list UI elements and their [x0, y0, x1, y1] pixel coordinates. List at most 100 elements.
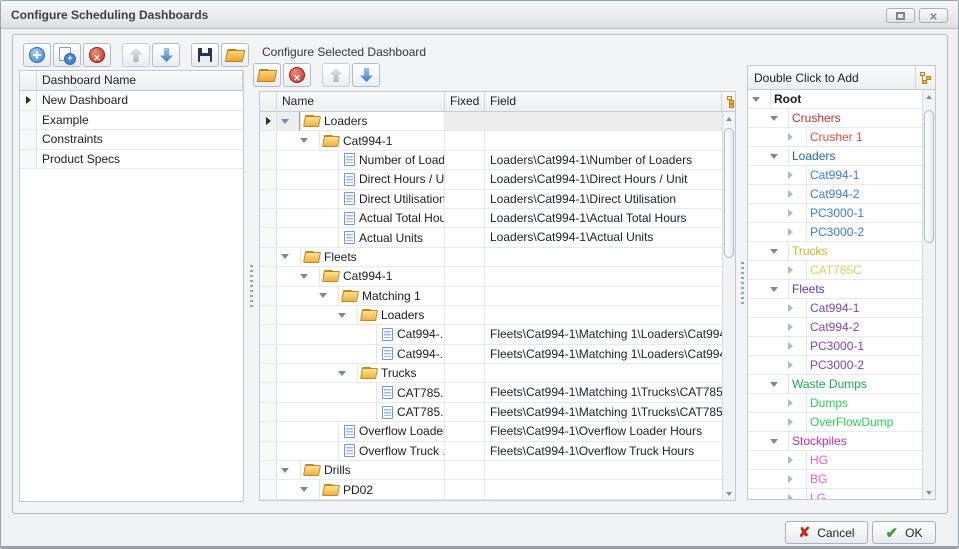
tree-row[interactable]: Stockpiles	[748, 432, 922, 451]
name-column-header[interactable]: Name	[277, 92, 445, 111]
fixed-cell[interactable]	[445, 306, 485, 324]
expander-down-icon[interactable]	[338, 313, 357, 318]
titlebar[interactable]: Configure Scheduling Dashboards	[1, 1, 958, 29]
expander-down-icon[interactable]	[752, 97, 770, 102]
field-column-header[interactable]: Field	[485, 92, 722, 111]
name-cell[interactable]: Direct Utilisation	[277, 190, 445, 208]
tree-row[interactable]: Dumps	[748, 394, 922, 413]
grid-row[interactable]: Trucks	[260, 364, 722, 383]
expander-right-icon[interactable]	[788, 494, 806, 499]
ok-button[interactable]: OK	[872, 521, 936, 544]
grid-row[interactable]: Cat994-1	[260, 131, 722, 150]
grid-row[interactable]: CAT785...Fleets\Cat994-1\Matching 1\Truc…	[260, 403, 722, 422]
fixed-cell[interactable]	[445, 383, 485, 401]
grid-row[interactable]: Actual Total HoursLoaders\Cat994-1\Actua…	[260, 209, 722, 228]
fixed-cell[interactable]	[445, 131, 485, 149]
add-folder-button[interactable]	[253, 63, 281, 87]
scroll-down-button[interactable]	[923, 486, 935, 499]
grid-row[interactable]: Loaders	[260, 306, 722, 325]
grid-row[interactable]: Direct UtilisationLoaders\Cat994-1\Direc…	[260, 190, 722, 209]
expander-right-icon[interactable]	[788, 133, 806, 141]
fixed-cell[interactable]	[445, 228, 485, 246]
expander-right-icon[interactable]	[788, 323, 806, 331]
scrollbar-thumb[interactable]	[924, 110, 934, 243]
fixed-cell[interactable]	[445, 209, 485, 227]
name-cell[interactable]: Cat994-...	[277, 345, 445, 363]
expander-down-icon[interactable]	[300, 138, 319, 143]
expander-down-icon[interactable]	[281, 254, 300, 259]
grid-row[interactable]: Overflow Loader...Fleets\Cat994-1\Overfl…	[260, 422, 722, 441]
fixed-cell[interactable]	[445, 480, 485, 498]
name-cell[interactable]: PD02	[277, 480, 445, 498]
fixed-cell[interactable]	[445, 151, 485, 169]
move-item-down-button[interactable]	[352, 63, 380, 87]
fixed-cell[interactable]	[445, 364, 485, 382]
tree-row[interactable]: HG	[748, 451, 922, 470]
tree-row[interactable]: Cat994-2	[748, 185, 922, 204]
expander-down-icon[interactable]	[770, 249, 788, 254]
fixed-column-header[interactable]: Fixed	[445, 92, 485, 111]
grid-row[interactable]: Actual UnitsLoaders\Cat994-1\Actual Unit…	[260, 228, 722, 247]
left-splitter[interactable]	[248, 70, 255, 502]
move-item-up-button[interactable]	[322, 63, 350, 87]
tree-row[interactable]: OverFlowDump	[748, 413, 922, 432]
grid-row[interactable]: Cat994-...Fleets\Cat994-1\Matching 1\Loa…	[260, 345, 722, 364]
tree-row[interactable]: BG	[748, 470, 922, 489]
fixed-cell[interactable]	[445, 422, 485, 440]
tree-row[interactable]: Cat994-1	[748, 166, 922, 185]
move-dashboard-down-button[interactable]	[152, 43, 180, 67]
list-item[interactable]: New Dashboard	[20, 91, 243, 111]
fixed-cell[interactable]	[445, 170, 485, 188]
grid-row[interactable]: Cat994-...Fleets\Cat994-1\Matching 1\Loa…	[260, 325, 722, 344]
scrollbar-thumb[interactable]	[724, 128, 734, 258]
close-button[interactable]	[919, 8, 948, 23]
tree-row[interactable]: PC3000-2	[748, 223, 922, 242]
tree-row[interactable]: LG	[748, 489, 922, 499]
expander-right-icon[interactable]	[788, 342, 806, 350]
name-cell[interactable]: Cat994-1	[277, 267, 445, 285]
tree-row[interactable]: Crushers	[748, 109, 922, 128]
expander-right-icon[interactable]	[788, 418, 806, 426]
fixed-cell[interactable]	[445, 112, 485, 130]
expander-right-icon[interactable]	[788, 209, 806, 217]
grid-row[interactable]: Overflow Truck ...Fleets\Cat994-1\Overfl…	[260, 442, 722, 461]
name-cell[interactable]: Drills	[277, 461, 445, 479]
right-splitter[interactable]	[739, 65, 746, 500]
name-cell[interactable]: Loaders	[277, 112, 445, 130]
grid-vertical-scrollbar[interactable]	[722, 112, 735, 500]
name-cell[interactable]: Direct Hours / Unit	[277, 170, 445, 188]
expander-right-icon[interactable]	[788, 266, 806, 274]
save-dashboards-button[interactable]	[191, 43, 219, 67]
tree-row[interactable]: PC3000-1	[748, 337, 922, 356]
list-item[interactable]: Constraints	[20, 130, 243, 150]
fixed-cell[interactable]	[445, 190, 485, 208]
expander-right-icon[interactable]	[788, 399, 806, 407]
list-item[interactable]: Product Specs	[20, 150, 243, 170]
name-cell[interactable]: Actual Total Hours	[277, 209, 445, 227]
grid-row[interactable]: Cat994-1	[260, 267, 722, 286]
scroll-down-button[interactable]	[723, 487, 735, 500]
tree-row[interactable]: CAT785C	[748, 261, 922, 280]
name-cell[interactable]: Matching 1	[277, 287, 445, 305]
tree-row[interactable]: PC3000-1	[748, 204, 922, 223]
expander-down-icon[interactable]	[281, 119, 300, 124]
grid-row[interactable]: CAT785...Fleets\Cat994-1\Matching 1\Truc…	[260, 383, 722, 402]
scroll-up-button[interactable]	[723, 112, 735, 125]
expander-down-icon[interactable]	[300, 274, 319, 279]
name-cell[interactable]: Overflow Loader...	[277, 422, 445, 440]
tree-row[interactable]: Crusher 1	[748, 128, 922, 147]
name-cell[interactable]: CAT785...	[277, 383, 445, 401]
delete-item-button[interactable]	[283, 63, 311, 87]
dashboard-name-column-header[interactable]: Dashboard Name	[37, 71, 243, 90]
maximize-button[interactable]	[886, 8, 915, 23]
name-cell[interactable]: Cat994-1	[277, 131, 445, 149]
add-dashboard-button[interactable]	[23, 43, 51, 67]
expander-right-icon[interactable]	[788, 190, 806, 198]
expander-right-icon[interactable]	[788, 361, 806, 369]
tree-row[interactable]: Waste Dumps	[748, 375, 922, 394]
expander-right-icon[interactable]	[788, 475, 806, 483]
fixed-cell[interactable]	[445, 248, 485, 266]
grid-row[interactable]: PD02	[260, 480, 722, 499]
scroll-up-button[interactable]	[923, 90, 935, 103]
expander-right-icon[interactable]	[788, 304, 806, 312]
